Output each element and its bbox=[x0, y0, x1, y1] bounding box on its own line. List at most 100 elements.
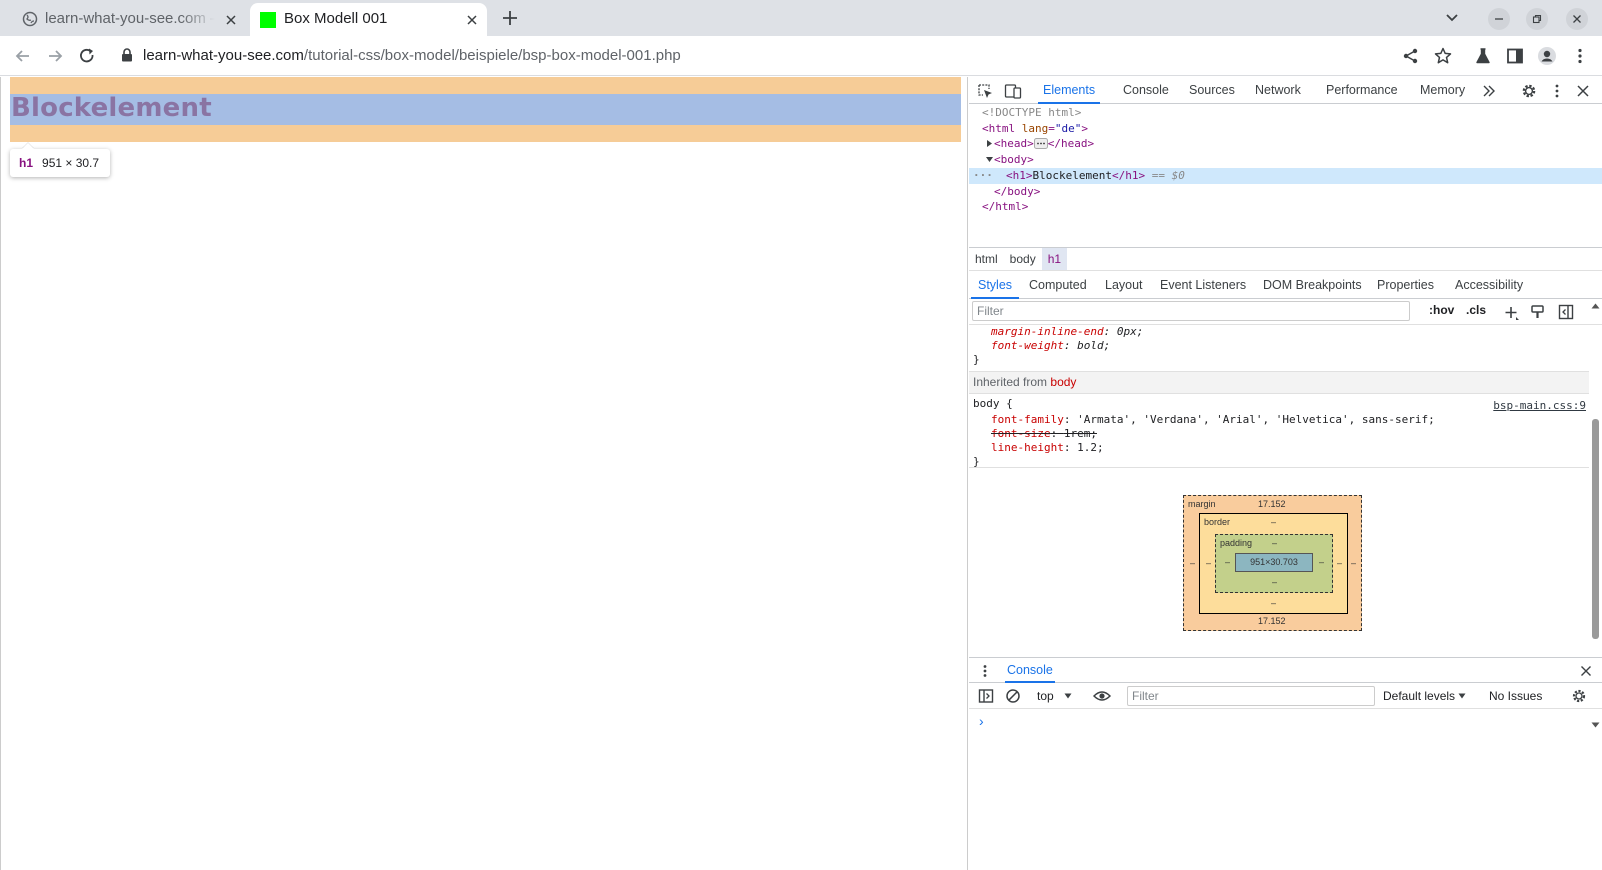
tab-elements[interactable]: Elements bbox=[1038, 77, 1101, 104]
log-levels-dropdown[interactable]: Default levels bbox=[1383, 689, 1466, 703]
minimize-button[interactable] bbox=[1488, 8, 1510, 30]
elements-subtabs: Styles Computed Layout Event Listeners D… bbox=[969, 272, 1602, 299]
css-declaration[interactable]: line-height: 1.2; bbox=[973, 441, 1104, 454]
inherited-from-link[interactable]: body bbox=[1050, 375, 1076, 389]
dropdown-triangle-icon bbox=[1064, 693, 1072, 699]
chevron-down-icon[interactable] bbox=[1444, 9, 1460, 25]
address-bar[interactable]: learn-what-you-see.com/tutorial-css/box-… bbox=[113, 39, 1369, 71]
tab-box-modell[interactable]: Box Modell 001 bbox=[250, 3, 487, 36]
tab-learn-what-you-see[interactable]: learn-what-you-see.com – bbox=[10, 3, 244, 36]
dom-doctype[interactable]: <!DOCTYPE html> bbox=[969, 105, 1602, 121]
subtab-computed[interactable]: Computed bbox=[1029, 272, 1087, 299]
share-icon[interactable] bbox=[1401, 46, 1421, 66]
console-sidebar-icon[interactable] bbox=[978, 688, 994, 704]
ellipsis-icon[interactable] bbox=[1033, 138, 1048, 149]
dom-body-close[interactable]: </body> bbox=[969, 184, 1602, 200]
new-tab-plus-icon[interactable] bbox=[500, 8, 520, 28]
paint-brush-icon[interactable] bbox=[1530, 304, 1546, 320]
cls-toggle[interactable]: .cls bbox=[1466, 303, 1486, 317]
device-toolbar-icon[interactable] bbox=[1004, 82, 1022, 100]
close-tab-icon[interactable] bbox=[464, 12, 480, 28]
live-expression-eye-icon[interactable] bbox=[1093, 688, 1111, 704]
forward-arrow-icon[interactable] bbox=[45, 46, 65, 66]
tab-network[interactable]: Network bbox=[1255, 77, 1301, 104]
drawer-tab-console[interactable]: Console bbox=[1005, 658, 1055, 683]
subtab-event-listeners[interactable]: Event Listeners bbox=[1160, 272, 1246, 299]
scroll-up-arrow-icon[interactable] bbox=[1591, 303, 1600, 309]
context-selector[interactable]: top bbox=[1037, 689, 1072, 703]
close-drawer-icon[interactable] bbox=[1580, 665, 1592, 677]
console-filter-input[interactable]: Filter bbox=[1127, 686, 1375, 706]
close-devtools-icon[interactable] bbox=[1574, 82, 1592, 100]
subtab-properties[interactable]: Properties bbox=[1377, 272, 1434, 299]
scroll-down-arrow-icon[interactable] bbox=[1591, 722, 1600, 728]
issues-counter[interactable]: No Issues bbox=[1489, 689, 1542, 703]
subtab-styles[interactable]: Styles bbox=[971, 272, 1020, 299]
border-bottom-value[interactable]: – bbox=[1271, 598, 1276, 608]
margin-top-value[interactable]: 17.152 bbox=[1258, 499, 1286, 509]
dom-html-close[interactable]: </html> bbox=[969, 199, 1602, 215]
source-link[interactable]: bsp-main.css:9 bbox=[1493, 399, 1586, 412]
drawer-menu-icon[interactable] bbox=[979, 664, 991, 678]
tab-console[interactable]: Console bbox=[1123, 77, 1169, 104]
more-vertical-icon[interactable] bbox=[1548, 82, 1566, 100]
expand-triangle-icon[interactable] bbox=[985, 139, 994, 148]
profile-avatar-icon[interactable] bbox=[1537, 46, 1557, 66]
css-selector-body[interactable]: body { bbox=[973, 397, 1013, 410]
clear-console-icon[interactable] bbox=[1005, 688, 1021, 704]
more-tabs-chevron-icon[interactable] bbox=[1480, 82, 1498, 100]
console-prompt[interactable]: › bbox=[979, 713, 984, 729]
flask-labs-icon[interactable] bbox=[1473, 46, 1493, 66]
window-close-button[interactable] bbox=[1566, 8, 1588, 30]
collapse-triangle-icon[interactable] bbox=[985, 155, 994, 164]
border-left-value[interactable]: – bbox=[1206, 558, 1211, 568]
dom-body-open[interactable]: <body> bbox=[969, 152, 1602, 168]
hov-toggle[interactable]: :hov bbox=[1429, 303, 1454, 317]
side-panel-icon[interactable] bbox=[1505, 46, 1525, 66]
subtab-dom-breakpoints[interactable]: DOM Breakpoints bbox=[1263, 272, 1362, 299]
inspect-element-icon[interactable] bbox=[976, 82, 994, 100]
box-model-content[interactable]: 951×30.703 bbox=[1235, 553, 1313, 572]
dom-html-open[interactable]: <html lang="de"> bbox=[969, 121, 1602, 137]
tab-sources[interactable]: Sources bbox=[1189, 77, 1235, 104]
box-model-padding[interactable]: padding – – – – 951×30.703 bbox=[1215, 534, 1333, 593]
scrollbar-thumb[interactable] bbox=[1592, 419, 1599, 639]
reload-icon[interactable] bbox=[77, 46, 97, 66]
back-arrow-icon[interactable] bbox=[13, 46, 33, 66]
dom-h1-selected[interactable]: ... <h1>Blockelement</h1> == $0 bbox=[969, 166, 1602, 184]
subtab-layout[interactable]: Layout bbox=[1105, 272, 1143, 299]
margin-left-value[interactable]: – bbox=[1190, 558, 1195, 568]
tooltip-tag: h1 bbox=[19, 156, 34, 170]
css-declaration[interactable]: font-weight: bold; bbox=[973, 339, 1110, 352]
settings-gear-icon[interactable] bbox=[1520, 82, 1538, 100]
box-model-border[interactable]: border – – – – padding – – – – 951×30.70… bbox=[1199, 513, 1348, 614]
padding-top-value[interactable]: – bbox=[1272, 538, 1277, 548]
css-declaration[interactable]: margin-inline-end: 0px; bbox=[973, 325, 1143, 338]
new-style-rule-icon[interactable] bbox=[1504, 305, 1520, 321]
toggle-sidebar-icon[interactable] bbox=[1558, 304, 1574, 320]
bookmark-star-icon[interactable] bbox=[1433, 46, 1453, 66]
margin-right-value[interactable]: – bbox=[1351, 558, 1356, 568]
restore-button[interactable] bbox=[1526, 8, 1548, 30]
breadcrumb-body[interactable]: body bbox=[1004, 248, 1042, 270]
breadcrumb-h1[interactable]: h1 bbox=[1041, 248, 1068, 270]
lock-icon[interactable] bbox=[121, 48, 133, 62]
subtab-accessibility[interactable]: Accessibility bbox=[1455, 272, 1523, 299]
close-tab-icon[interactable] bbox=[223, 12, 239, 28]
tab-memory[interactable]: Memory bbox=[1420, 77, 1465, 104]
dom-head[interactable]: <head> </head> bbox=[969, 136, 1602, 152]
css-declaration-overridden[interactable]: font-size: 1rem; bbox=[973, 427, 1097, 440]
padding-left-value[interactable]: – bbox=[1225, 557, 1230, 567]
margin-bottom-value[interactable]: 17.152 bbox=[1258, 616, 1286, 626]
css-declaration[interactable]: font-family: 'Armata', 'Verdana', 'Arial… bbox=[973, 413, 1435, 426]
padding-bottom-value[interactable]: – bbox=[1272, 577, 1277, 587]
border-top-value[interactable]: – bbox=[1271, 517, 1276, 527]
more-vertical-icon[interactable] bbox=[1570, 46, 1590, 66]
tab-performance[interactable]: Performance bbox=[1326, 77, 1398, 104]
box-model-margin[interactable]: margin 17.152 17.152 – – border – – – – … bbox=[1183, 495, 1362, 631]
border-right-value[interactable]: – bbox=[1337, 558, 1342, 568]
breadcrumb-html[interactable]: html bbox=[969, 248, 1004, 270]
padding-right-value[interactable]: – bbox=[1319, 557, 1324, 567]
console-settings-gear-icon[interactable] bbox=[1571, 688, 1587, 704]
styles-filter-input[interactable]: Filter bbox=[972, 301, 1410, 321]
